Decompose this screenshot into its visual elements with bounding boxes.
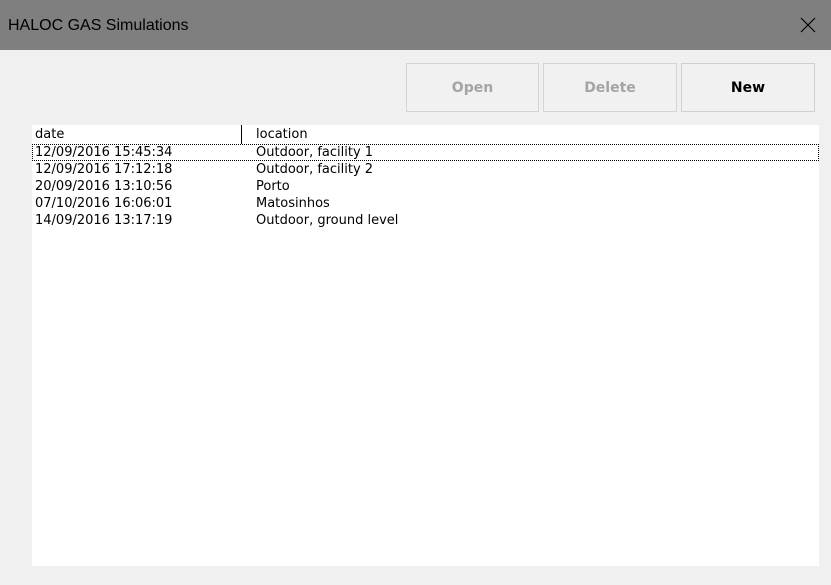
cell-date: 14/09/2016 13:17:19 xyxy=(35,213,173,228)
simulations-list[interactable]: date location 12/09/2016 15:45:34 Outdoo… xyxy=(32,125,819,566)
column-header-location[interactable]: location xyxy=(256,126,308,143)
close-button[interactable] xyxy=(785,0,831,50)
open-button[interactable]: Open xyxy=(406,63,539,112)
cell-date: 12/09/2016 17:12:18 xyxy=(35,162,173,177)
delete-button[interactable]: Delete xyxy=(543,63,677,112)
list-item[interactable]: 12/09/2016 15:45:34 Outdoor, facility 1 xyxy=(32,144,819,161)
app-window: HALOC GAS Simulations Open Delete New da… xyxy=(0,0,831,585)
list-item[interactable]: 20/09/2016 13:10:56 Porto xyxy=(32,178,819,195)
cell-date: 12/09/2016 15:45:34 xyxy=(35,145,173,160)
cell-date: 20/09/2016 13:10:56 xyxy=(35,179,173,194)
cell-date: 07/10/2016 16:06:01 xyxy=(35,196,173,211)
close-icon xyxy=(800,17,816,33)
title-bar[interactable]: HALOC GAS Simulations xyxy=(0,0,831,50)
new-button[interactable]: New xyxy=(681,63,815,112)
column-header-date[interactable]: date xyxy=(35,126,64,143)
list-header: date location xyxy=(32,125,819,144)
cell-location: Outdoor, facility 1 xyxy=(256,145,374,160)
cell-location: Porto xyxy=(256,179,290,194)
list-rows: 12/09/2016 15:45:34 Outdoor, facility 1 … xyxy=(32,144,819,229)
column-divider[interactable] xyxy=(241,125,242,144)
cell-location: Outdoor, facility 2 xyxy=(256,162,374,177)
list-item[interactable]: 12/09/2016 17:12:18 Outdoor, facility 2 xyxy=(32,161,819,178)
window-title: HALOC GAS Simulations xyxy=(8,17,189,34)
cell-location: Outdoor, ground level xyxy=(256,213,399,228)
cell-location: Matosinhos xyxy=(256,196,330,211)
list-item[interactable]: 14/09/2016 13:17:19 Outdoor, ground leve… xyxy=(32,212,819,229)
list-item[interactable]: 07/10/2016 16:06:01 Matosinhos xyxy=(32,195,819,212)
